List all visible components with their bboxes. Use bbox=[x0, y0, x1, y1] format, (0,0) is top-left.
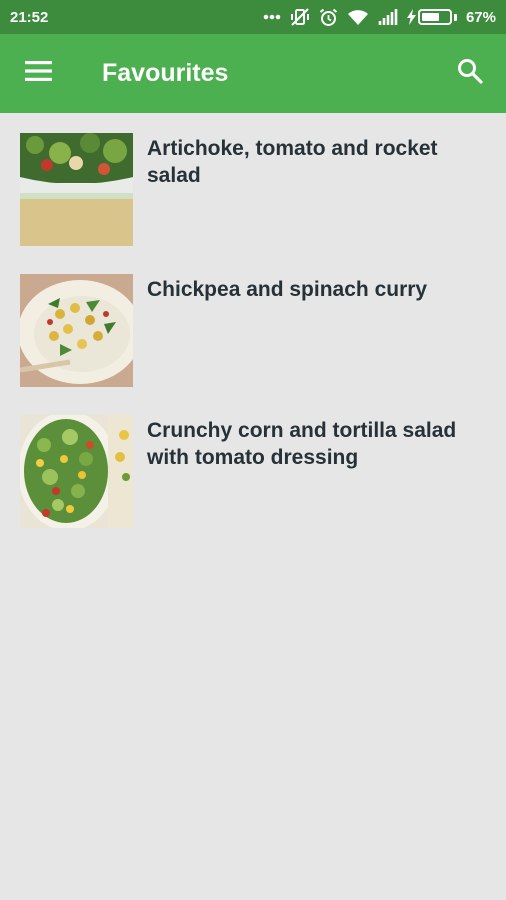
recipe-thumbnail bbox=[20, 133, 133, 246]
status-bar: 21:52 67% bbox=[0, 0, 506, 34]
recipe-title: Crunchy corn and tortilla salad with tom… bbox=[147, 419, 457, 469]
vibrate-off-icon bbox=[290, 8, 310, 26]
battery-tip bbox=[453, 13, 457, 21]
recipe-thumbnail bbox=[20, 274, 133, 387]
alarm-icon bbox=[319, 8, 338, 27]
recipe-thumbnail bbox=[20, 415, 133, 528]
signal-icon bbox=[378, 9, 398, 25]
favourite-item-corn-tortilla-salad[interactable]: Crunchy corn and tortilla salad with tom… bbox=[0, 395, 506, 536]
recipe-title: Artichoke, tomato and rocket salad bbox=[147, 137, 438, 187]
favourite-item-artichoke-salad[interactable]: Artichoke, tomato and rocket salad bbox=[0, 113, 506, 254]
favourite-item-chickpea-curry[interactable]: Chickpea and spinach curry bbox=[0, 254, 506, 395]
menu-button[interactable] bbox=[0, 34, 80, 113]
search-button[interactable] bbox=[434, 34, 506, 113]
battery-percent: 67% bbox=[465, 8, 496, 26]
favourites-list: Artichoke, tomato and rocket salad Chick… bbox=[0, 113, 506, 536]
battery-indicator bbox=[406, 9, 457, 25]
hamburger-menu-icon bbox=[25, 61, 53, 86]
charging-icon bbox=[406, 9, 416, 25]
app-bar: Favourites bbox=[0, 34, 506, 113]
search-icon bbox=[457, 58, 483, 89]
status-icons: 67% bbox=[263, 8, 496, 27]
status-time: 21:52 bbox=[10, 8, 49, 26]
wifi-icon bbox=[347, 9, 369, 26]
recipe-title: Chickpea and spinach curry bbox=[147, 278, 428, 301]
page-title: Favourites bbox=[102, 59, 229, 87]
battery-icon bbox=[417, 9, 452, 25]
battery-fill bbox=[421, 13, 440, 21]
notification-dots-icon bbox=[263, 14, 281, 20]
